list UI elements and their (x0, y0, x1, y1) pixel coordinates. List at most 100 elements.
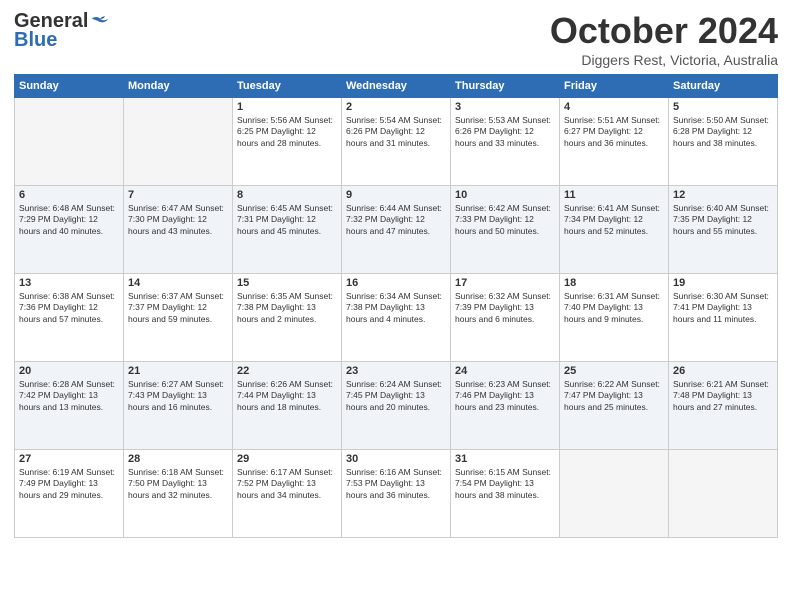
day-info: Sunrise: 6:16 AM Sunset: 7:53 PM Dayligh… (346, 467, 446, 501)
day-number: 11 (564, 189, 664, 201)
day-info: Sunrise: 6:30 AM Sunset: 7:41 PM Dayligh… (673, 291, 773, 325)
table-row: 6 Sunrise: 6:48 AM Sunset: 7:29 PM Daylig… (15, 186, 124, 274)
page: General Blue October 2024 Diggers Rest, … (0, 0, 792, 612)
calendar-week-row: 1 Sunrise: 5:56 AM Sunset: 6:25 PM Daylig… (15, 98, 778, 186)
day-number: 20 (19, 365, 119, 377)
day-info: Sunrise: 6:19 AM Sunset: 7:49 PM Dayligh… (19, 467, 119, 501)
table-row: 24 Sunrise: 6:23 AM Sunset: 7:46 PM Dayli… (451, 362, 560, 450)
day-info: Sunrise: 6:40 AM Sunset: 7:35 PM Dayligh… (673, 203, 773, 237)
day-number: 22 (237, 365, 337, 377)
table-row: 23Sunrise: 6:24 AM Sunset: 7:45 PM Dayli… (342, 362, 451, 450)
day-number: 26 (673, 365, 773, 377)
calendar-week-row: 27 Sunrise: 6:19 AM Sunset: 7:49 PM Dayli… (15, 450, 778, 538)
logo: General Blue (14, 10, 110, 52)
col-monday: Monday (124, 75, 233, 98)
table-row: 22 Sunrise: 6:26 AM Sunset: 7:44 PM Dayli… (233, 362, 342, 450)
table-row: 26 Sunrise: 6:21 AM Sunset: 7:48 PM Dayli… (669, 362, 778, 450)
day-info: Sunrise: 6:27 AM Sunset: 7:43 PM Dayligh… (128, 379, 228, 413)
table-row: 19 Sunrise: 6:30 AM Sunset: 7:41 PM Dayli… (669, 274, 778, 362)
calendar-week-row: 20 Sunrise: 6:28 AM Sunset: 7:42 PM Dayli… (15, 362, 778, 450)
day-info: Sunrise: 6:17 AM Sunset: 7:52 PM Dayligh… (237, 467, 337, 501)
day-number: 5 (673, 101, 773, 113)
day-info: Sunrise: 6:31 AM Sunset: 7:40 PM Dayligh… (564, 291, 664, 325)
day-number: 29 (237, 453, 337, 465)
day-number: 31 (455, 453, 555, 465)
day-info: Sunrise: 6:26 AM Sunset: 7:44 PM Dayligh… (237, 379, 337, 413)
col-tuesday: Tuesday (233, 75, 342, 98)
day-info: Sunrise: 6:42 AM Sunset: 7:33 PM Dayligh… (455, 203, 555, 237)
day-info: Sunrise: 6:23 AM Sunset: 7:46 PM Dayligh… (455, 379, 555, 413)
day-info: Sunrise: 6:44 AM Sunset: 7:32 PM Dayligh… (346, 203, 446, 237)
header-row: Sunday Monday Tuesday Wednesday Thursday… (15, 75, 778, 98)
col-wednesday: Wednesday (342, 75, 451, 98)
table-row: 28 Sunrise: 6:18 AM Sunset: 7:50 PM Dayli… (124, 450, 233, 538)
table-row: 5 Sunrise: 5:50 AM Sunset: 6:28 PM Daylig… (669, 98, 778, 186)
col-thursday: Thursday (451, 75, 560, 98)
day-info: Sunrise: 6:28 AM Sunset: 7:42 PM Dayligh… (19, 379, 119, 413)
day-number: 10 (455, 189, 555, 201)
table-row: 17 Sunrise: 6:32 AM Sunset: 7:39 PM Dayli… (451, 274, 560, 362)
day-info: Sunrise: 6:22 AM Sunset: 7:47 PM Dayligh… (564, 379, 664, 413)
day-info: Sunrise: 6:15 AM Sunset: 7:54 PM Dayligh… (455, 467, 555, 501)
header: General Blue October 2024 Diggers Rest, … (14, 10, 778, 68)
day-number: 13 (19, 277, 119, 289)
day-number: 25 (564, 365, 664, 377)
table-row: 13 Sunrise: 6:38 AM Sunset: 7:36 PM Dayli… (15, 274, 124, 362)
day-info: Sunrise: 5:53 AM Sunset: 6:26 PM Dayligh… (455, 115, 555, 149)
calendar-week-row: 13 Sunrise: 6:38 AM Sunset: 7:36 PM Dayli… (15, 274, 778, 362)
day-info: Sunrise: 5:51 AM Sunset: 6:27 PM Dayligh… (564, 115, 664, 149)
table-row: 4 Sunrise: 5:51 AM Sunset: 6:27 PM Daylig… (560, 98, 669, 186)
day-info: Sunrise: 5:50 AM Sunset: 6:28 PM Dayligh… (673, 115, 773, 149)
table-row: 12 Sunrise: 6:40 AM Sunset: 7:35 PM Dayli… (669, 186, 778, 274)
day-number: 8 (237, 189, 337, 201)
day-info: Sunrise: 6:47 AM Sunset: 7:30 PM Dayligh… (128, 203, 228, 237)
day-number: 21 (128, 365, 228, 377)
table-row (15, 98, 124, 186)
table-row: 31 Sunrise: 6:15 AM Sunset: 7:54 PM Dayli… (451, 450, 560, 538)
calendar-week-row: 6 Sunrise: 6:48 AM Sunset: 7:29 PM Daylig… (15, 186, 778, 274)
day-info: Sunrise: 6:18 AM Sunset: 7:50 PM Dayligh… (128, 467, 228, 501)
day-number: 27 (19, 453, 119, 465)
day-number: 9 (346, 189, 446, 201)
table-row: 15Sunrise: 6:35 AM Sunset: 7:38 PM Dayli… (233, 274, 342, 362)
month-title: October 2024 (550, 10, 778, 52)
day-info: Sunrise: 6:32 AM Sunset: 7:39 PM Dayligh… (455, 291, 555, 325)
table-row: 30 Sunrise: 6:16 AM Sunset: 7:53 PM Dayli… (342, 450, 451, 538)
table-row: 1 Sunrise: 5:56 AM Sunset: 6:25 PM Daylig… (233, 98, 342, 186)
day-number: 30 (346, 453, 446, 465)
day-number: 16 (346, 277, 446, 289)
table-row: 3Sunrise: 5:53 AM Sunset: 6:26 PM Daylig… (451, 98, 560, 186)
day-number: 6 (19, 189, 119, 201)
day-info: Sunrise: 6:37 AM Sunset: 7:37 PM Dayligh… (128, 291, 228, 325)
table-row: 7Sunrise: 6:47 AM Sunset: 7:30 PM Daylig… (124, 186, 233, 274)
table-row: 14 Sunrise: 6:37 AM Sunset: 7:37 PM Dayli… (124, 274, 233, 362)
col-friday: Friday (560, 75, 669, 98)
table-row: 20 Sunrise: 6:28 AM Sunset: 7:42 PM Dayli… (15, 362, 124, 450)
day-number: 18 (564, 277, 664, 289)
day-number: 4 (564, 101, 664, 113)
table-row: 27 Sunrise: 6:19 AM Sunset: 7:49 PM Dayli… (15, 450, 124, 538)
day-number: 23 (346, 365, 446, 377)
day-number: 14 (128, 277, 228, 289)
title-block: October 2024 Diggers Rest, Victoria, Aus… (550, 10, 778, 68)
day-number: 19 (673, 277, 773, 289)
day-number: 24 (455, 365, 555, 377)
table-row: 2Sunrise: 5:54 AM Sunset: 6:26 PM Daylig… (342, 98, 451, 186)
table-row: 29 Sunrise: 6:17 AM Sunset: 7:52 PM Dayli… (233, 450, 342, 538)
day-info: Sunrise: 5:56 AM Sunset: 6:25 PM Dayligh… (237, 115, 337, 149)
day-info: Sunrise: 6:48 AM Sunset: 7:29 PM Dayligh… (19, 203, 119, 237)
location-subtitle: Diggers Rest, Victoria, Australia (550, 52, 778, 68)
day-number: 1 (237, 101, 337, 113)
day-info: Sunrise: 6:34 AM Sunset: 7:38 PM Dayligh… (346, 291, 446, 325)
day-number: 12 (673, 189, 773, 201)
day-info: Sunrise: 6:38 AM Sunset: 7:36 PM Dayligh… (19, 291, 119, 325)
table-row: 9 Sunrise: 6:44 AM Sunset: 7:32 PM Daylig… (342, 186, 451, 274)
day-number: 15 (237, 277, 337, 289)
day-number: 28 (128, 453, 228, 465)
day-info: Sunrise: 6:21 AM Sunset: 7:48 PM Dayligh… (673, 379, 773, 413)
table-row (669, 450, 778, 538)
table-row (560, 450, 669, 538)
calendar-table: Sunday Monday Tuesday Wednesday Thursday… (14, 74, 778, 538)
day-number: 17 (455, 277, 555, 289)
table-row: 18 Sunrise: 6:31 AM Sunset: 7:40 PM Dayli… (560, 274, 669, 362)
